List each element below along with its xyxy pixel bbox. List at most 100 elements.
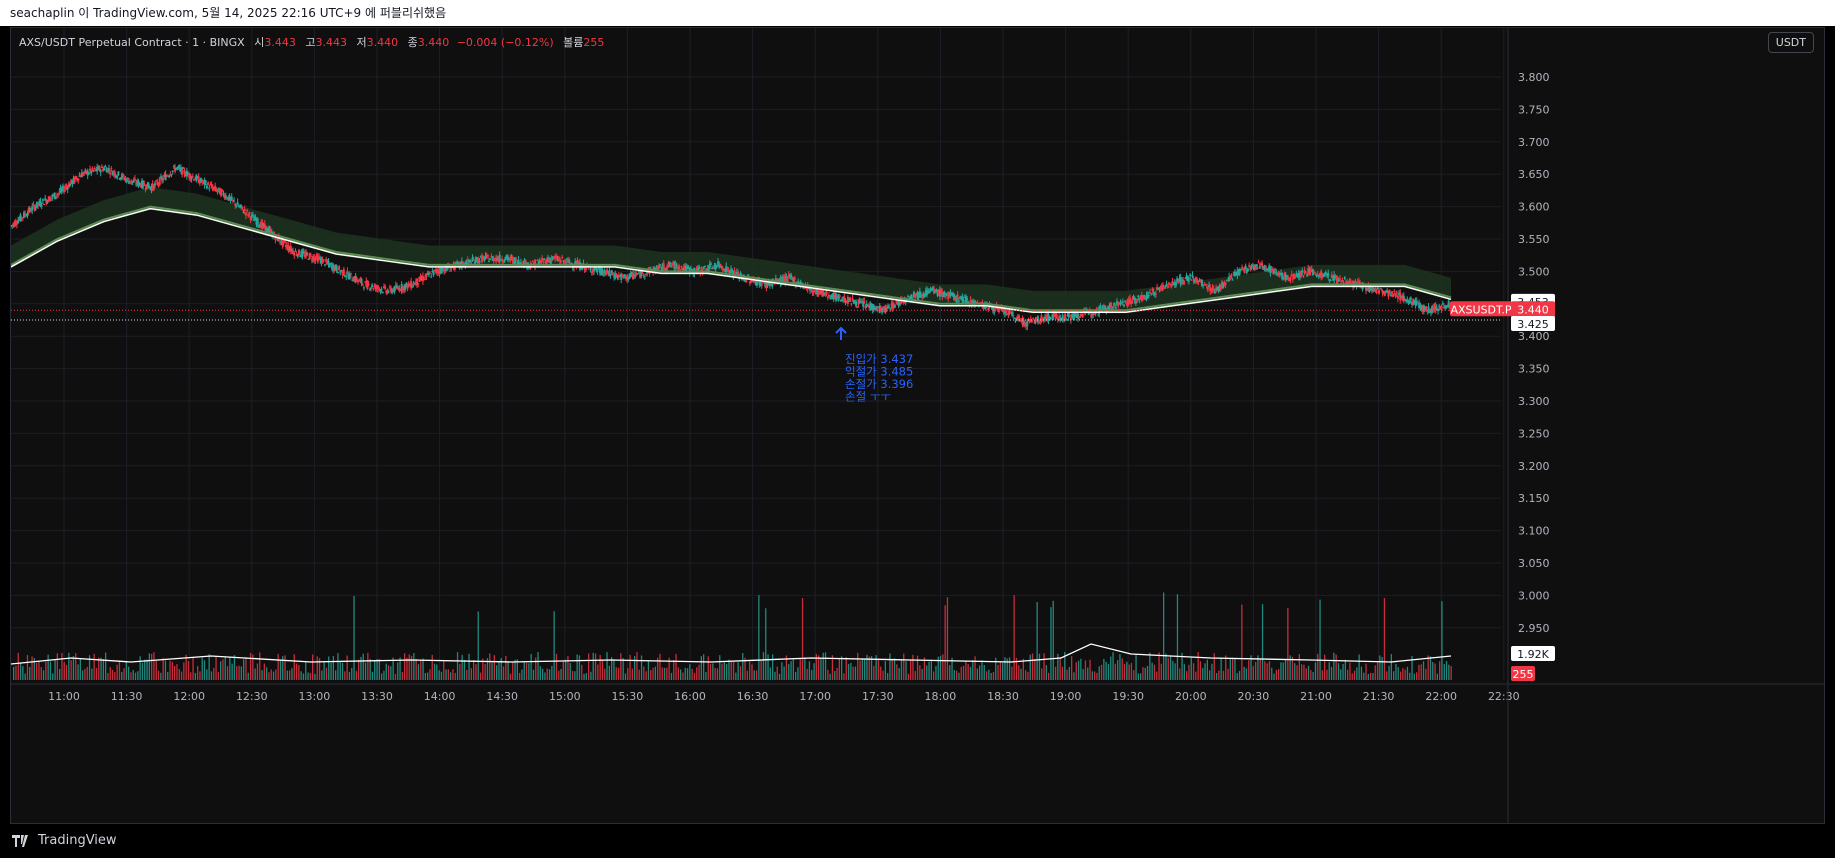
candle-body [432, 270, 435, 276]
volume-bar [397, 662, 399, 680]
volume-bar [385, 663, 387, 680]
volume-bar [300, 671, 302, 680]
volume-bar [1255, 661, 1257, 680]
volume-bar [417, 664, 420, 680]
volume-bar [604, 668, 606, 680]
candle-body [1114, 306, 1117, 309]
volume-bar [1211, 663, 1213, 680]
volume-bar [965, 660, 967, 680]
volume-bar [1234, 658, 1236, 680]
volume-bar [553, 611, 555, 680]
publish-header: seachaplin 이 TradingView.com, 5월 14, 202… [0, 0, 1835, 26]
volume-bar [1082, 668, 1084, 680]
volume-bar [1296, 665, 1298, 680]
volume-bar [367, 652, 369, 680]
volume-label: 255 [1513, 668, 1534, 681]
volume-bar [765, 608, 767, 680]
volume-bar [818, 655, 820, 680]
volume-bar [279, 659, 282, 680]
candle-body [99, 170, 102, 173]
candle-body [236, 202, 239, 206]
candle-body [233, 200, 236, 202]
volume-bar [926, 665, 928, 680]
volume-bar [638, 669, 640, 680]
volume-bar [666, 667, 668, 680]
volume-bar [783, 666, 785, 680]
volume-bar [305, 662, 307, 680]
volume-bar [157, 670, 160, 680]
low-value: 3.440 [366, 36, 399, 49]
volume-bar [1328, 662, 1330, 680]
volume-bar [406, 657, 408, 680]
volume-bar [576, 654, 578, 680]
volume-bar [1149, 652, 1151, 680]
volume-bar [1158, 652, 1160, 680]
volume-bar [358, 659, 360, 680]
volume-bar [346, 655, 348, 680]
volume-bar [845, 657, 847, 680]
volume-bar [615, 667, 617, 680]
volume-bar [1347, 669, 1349, 680]
volume-bar [548, 669, 551, 680]
volume-bar [210, 671, 213, 680]
volume-bar [335, 670, 337, 680]
candle-body [381, 291, 384, 293]
volume-bar [344, 671, 346, 680]
volume-bar [884, 661, 886, 680]
volume-bar [162, 657, 164, 680]
chart-panel[interactable]: 3.8003.7503.7003.6503.6003.5503.5003.450… [10, 27, 1825, 824]
volume-bar [31, 656, 33, 680]
volume-bar [1409, 672, 1411, 680]
volume-bar [65, 665, 68, 680]
symbol-title[interactable]: AXS/USDT Perpetual Contract · 1 · BINGX [19, 36, 245, 49]
volume-bar [1107, 664, 1110, 680]
volume-bar [226, 666, 229, 680]
price-chart[interactable]: 3.8003.7503.7003.6503.6003.5503.5003.450… [11, 28, 1825, 824]
volume-bar [1027, 671, 1029, 680]
volume-bar [693, 672, 696, 680]
volume-bar [1103, 658, 1105, 680]
candle-body [1388, 289, 1391, 292]
symbol-tag: AXSUSDT.P [1450, 303, 1511, 316]
x-tick-label: 19:30 [1112, 690, 1144, 703]
candle-body [162, 177, 165, 181]
x-tick-label: 21:30 [1363, 690, 1395, 703]
volume-bar [1209, 670, 1211, 680]
volume-bar [128, 666, 130, 680]
volume-bar [153, 652, 155, 680]
volume-bar [974, 656, 976, 680]
volume-bar [900, 660, 903, 680]
volume-bar [946, 597, 949, 680]
volume-bar [905, 661, 907, 680]
candle-body [338, 266, 341, 270]
high-value: 3.443 [315, 36, 347, 49]
candle-body [1243, 269, 1246, 274]
volume-bar [749, 661, 751, 680]
volume-bar [454, 672, 456, 680]
volume-bar [822, 652, 824, 680]
volume-bar [1202, 667, 1204, 680]
tradingview-logo[interactable]: TradingView [12, 833, 117, 848]
volume-bar [1393, 671, 1395, 680]
currency-button[interactable]: USDT [1767, 32, 1814, 53]
y-tick-label: 3.050 [1518, 557, 1550, 570]
volume-bar [767, 654, 769, 680]
volume-bar [1146, 666, 1149, 680]
volume-bar [130, 672, 132, 680]
candle-body [1375, 290, 1378, 294]
volume-bar [220, 661, 222, 680]
volume-bar [808, 661, 811, 680]
volume-bar [698, 664, 700, 680]
volume-bar [496, 665, 498, 680]
volume-bar [1358, 654, 1360, 680]
x-tick-label: 18:30 [987, 690, 1019, 703]
volume-bar [13, 666, 15, 680]
volume-bar [942, 654, 944, 680]
volume-bar [1397, 667, 1399, 680]
volume-bar [569, 662, 571, 680]
candle-body [298, 249, 300, 255]
volume-bar [1252, 666, 1254, 680]
candle-body [362, 287, 365, 289]
volume-bar [583, 673, 585, 680]
volume-bar [1422, 661, 1425, 680]
